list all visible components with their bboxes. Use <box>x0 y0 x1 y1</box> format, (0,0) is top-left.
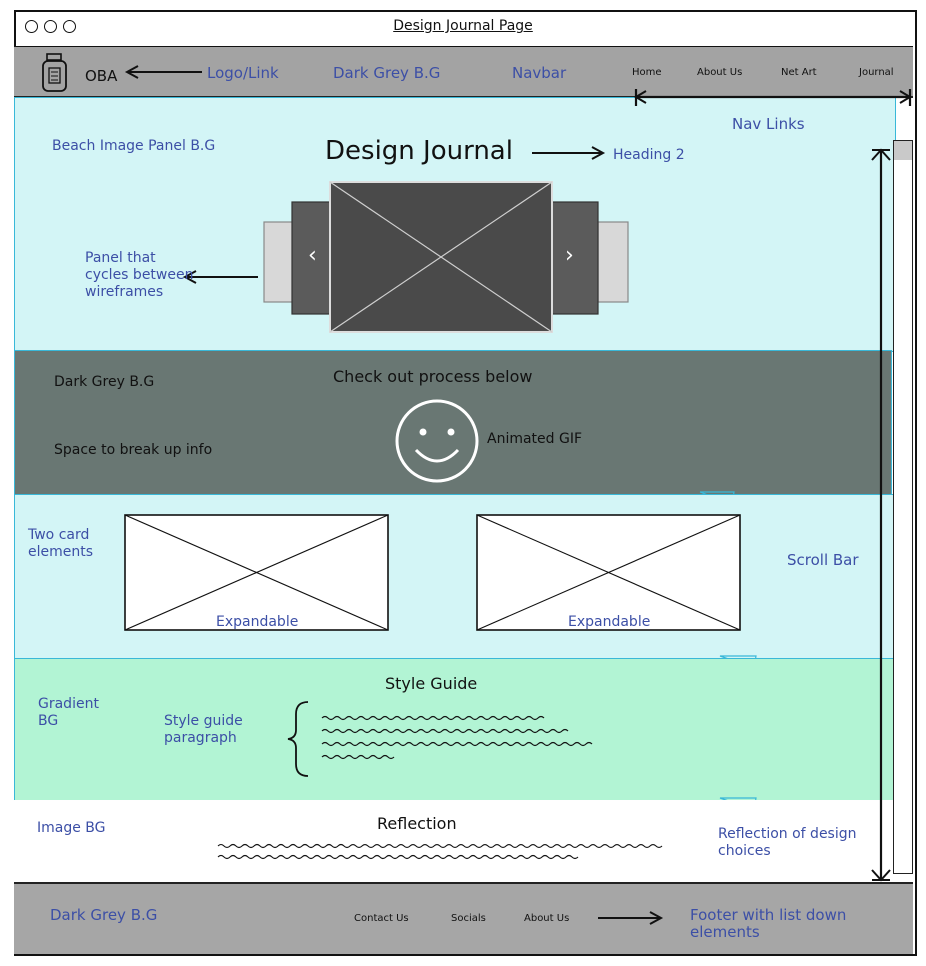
navbar-annotation: Navbar <box>512 64 567 82</box>
nav-links-span-arrow <box>634 89 912 106</box>
scrollbar-annotation: Scroll Bar <box>787 551 859 569</box>
logo-jar-icon[interactable] <box>40 52 70 94</box>
scrollbar-track[interactable] <box>893 140 913 874</box>
nav-link-journal[interactable]: Journal <box>859 67 894 78</box>
footer-arrow-icon <box>598 911 664 925</box>
style-guide-heading: Style Guide <box>385 674 478 693</box>
cards-annotation: Two card elements <box>28 527 94 560</box>
style-guide-paragraph-placeholder <box>321 715 593 760</box>
card-1-label[interactable]: Expandable <box>216 614 298 631</box>
nav-link-home[interactable]: Home <box>632 67 662 78</box>
smiley-gif-icon <box>395 399 479 483</box>
image-bg-annotation: Image BG <box>37 820 106 836</box>
heading-annotation: Heading 2 <box>613 147 685 163</box>
card-2-label[interactable]: Expandable <box>568 614 650 631</box>
paragraph-brace-icon <box>287 701 309 777</box>
footer-link-socials[interactable]: Socials <box>451 913 486 924</box>
reflection-annotation: Reflection of design choices <box>718 826 857 859</box>
nav-link-about-us[interactable]: About Us <box>697 67 742 78</box>
scrollbar-span-arrow <box>871 148 891 882</box>
gif-annotation: Animated GIF <box>487 431 583 447</box>
beach-bg-annotation: Beach Image Panel B.G <box>52 138 216 154</box>
footer-annotation: Footer with list down elements <box>690 906 847 941</box>
hero-heading: Design Journal <box>325 136 513 166</box>
carousel-prev-icon[interactable]: ‹ <box>308 243 317 268</box>
footer-link-contact-us[interactable]: Contact Us <box>354 913 409 924</box>
wireframe-carousel[interactable] <box>262 180 632 334</box>
break-text: Check out process below <box>333 367 533 386</box>
scrollbar-thumb[interactable] <box>894 141 912 160</box>
carousel-next-icon[interactable]: › <box>565 243 574 268</box>
heading-arrow-icon <box>532 146 606 160</box>
footer-bg-annotation: Dark Grey B.G <box>50 906 158 924</box>
style-guide-paragraph-annotation: Style guide paragraph <box>164 713 243 746</box>
reflection-paragraph-placeholder <box>217 843 663 860</box>
nav-link-net-art[interactable]: Net Art <box>781 67 817 78</box>
logo-text[interactable]: OBA <box>85 67 117 85</box>
carousel-annotation: Panel that cycles between wireframes <box>85 250 194 300</box>
logo-annotation: Logo/Link <box>207 64 279 82</box>
nav-links-annotation: Nav Links <box>732 115 805 133</box>
logo-arrow-icon <box>124 65 202 79</box>
space-annotation: Space to break up info <box>54 442 213 458</box>
footer-link-about-us[interactable]: About Us <box>524 913 569 924</box>
window-title: Design Journal Page <box>393 18 533 34</box>
navbar-bg-annotation: Dark Grey B.G <box>333 64 441 82</box>
reflection-heading: Reflection <box>377 814 457 833</box>
break-bg-annotation: Dark Grey B.G <box>54 374 155 390</box>
gradient-bg-annotation: Gradient BG <box>38 696 99 729</box>
